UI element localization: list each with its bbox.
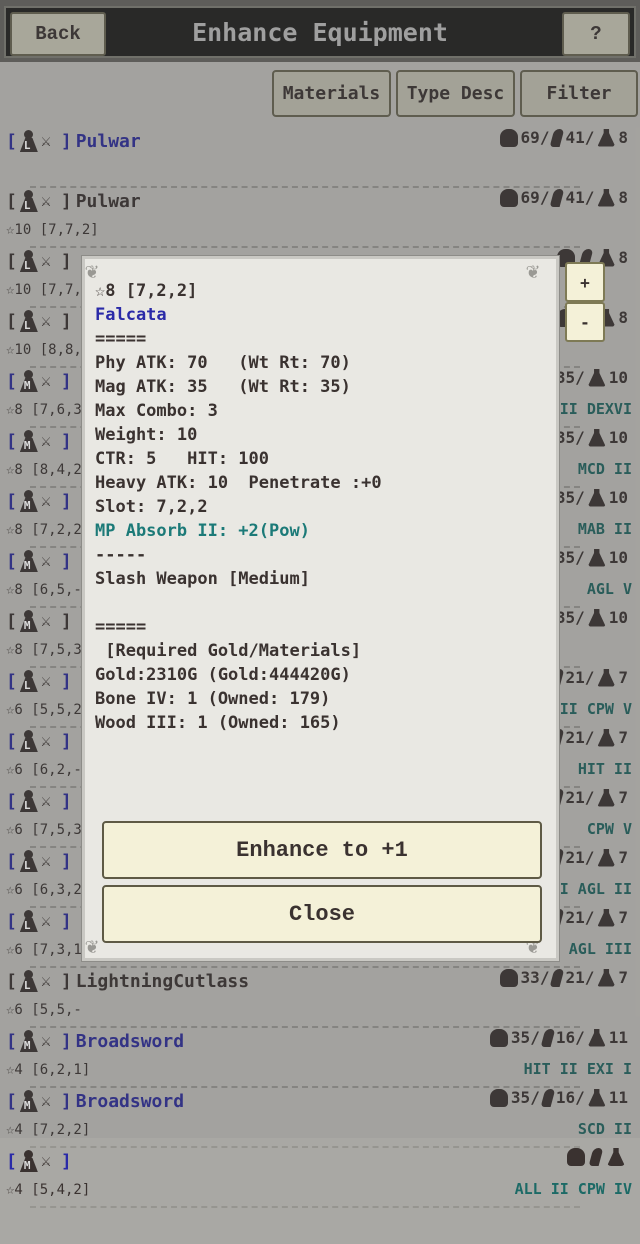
class-letter: M: [23, 1039, 31, 1052]
requirement-line: Wood III: 1 (Owned: 165): [95, 713, 341, 733]
stat-line: Slot: 7,2,2: [95, 497, 208, 517]
equipment-detail-dialog: ❦ ❦ ❦ ❦ ☆8 [7,2,2] Falcata ===== Phy ATK: 7…: [81, 255, 560, 962]
ability-tags: ALL II CPW IV: [514, 1180, 632, 1198]
item-name-line: [ M ⚔]: [6, 1148, 634, 1174]
class-letter: L: [23, 139, 31, 152]
class-letter: L: [23, 199, 31, 212]
item-name: Falcata: [95, 305, 167, 325]
class-letter: L: [23, 319, 31, 332]
weapon-type: Slash Weapon [Medium]: [95, 569, 310, 589]
stat-line: CTR: 5 HIT: 100: [95, 449, 269, 469]
bracket: ]: [60, 1150, 72, 1172]
requirement-line: Bone IV: 1 (Owned: 179): [95, 689, 331, 709]
separator: =====: [95, 329, 147, 349]
class-letter: L: [23, 259, 31, 272]
quill-icon: [588, 1148, 604, 1166]
sword-icon: ⚔: [40, 1151, 52, 1171]
class-letter: L: [23, 679, 31, 692]
class-letter: L: [23, 799, 31, 812]
detail-text: ☆8 [7,2,2] Falcata ===== Phy ATK: 70 (Wt Rt…: [95, 279, 382, 735]
class-letter: M: [23, 619, 31, 632]
separator: -----: [95, 545, 147, 565]
stat-line: Weight: 10: [95, 425, 198, 445]
close-button[interactable]: Close: [102, 885, 542, 943]
fist-icon: [567, 1148, 585, 1166]
class-letter: M: [23, 1159, 31, 1172]
stat-line: Max Combo: 3: [95, 401, 218, 421]
stat-line: Phy ATK: 70 (Wt Rt: 70): [95, 353, 351, 373]
class-letter: M: [23, 439, 31, 452]
weight-icon: [607, 1148, 625, 1166]
class-figure-icon: M: [19, 1150, 39, 1172]
bracket: [: [6, 1150, 17, 1172]
separator: =====: [95, 617, 147, 637]
plus-button[interactable]: +: [565, 262, 605, 302]
requirement-line: Gold:2310G (Gold:444420G): [95, 665, 351, 685]
rank-slots: ☆4 [5,4,2]: [6, 1182, 91, 1198]
stat-line: Mag ATK: 35 (Wt Rt: 35): [95, 377, 351, 397]
class-letter: M: [23, 379, 31, 392]
ability-line: MP Absorb II: +2(Pow): [95, 521, 310, 541]
class-letter: M: [23, 559, 31, 572]
enhance-button[interactable]: Enhance to +1: [102, 821, 542, 879]
minus-button[interactable]: -: [565, 302, 605, 342]
stat-line: Heavy ATK: 10 Penetrate :+0: [95, 473, 382, 493]
required-title: [Required Gold/Materials]: [95, 641, 362, 661]
class-letter: L: [23, 979, 31, 992]
class-letter: L: [23, 919, 31, 932]
class-letter: M: [23, 1099, 31, 1112]
list-item[interactable]: ☆4 [5,4,2] ALL II CPW IV [ M ⚔]: [0, 1148, 640, 1244]
ornament-corner-icon: ❦: [526, 259, 540, 284]
class-letter: M: [23, 499, 31, 512]
class-letter: L: [23, 859, 31, 872]
item-stats: [567, 1148, 628, 1166]
rank-slots: ☆8 [7,2,2]: [95, 281, 198, 301]
class-letter: L: [23, 739, 31, 752]
